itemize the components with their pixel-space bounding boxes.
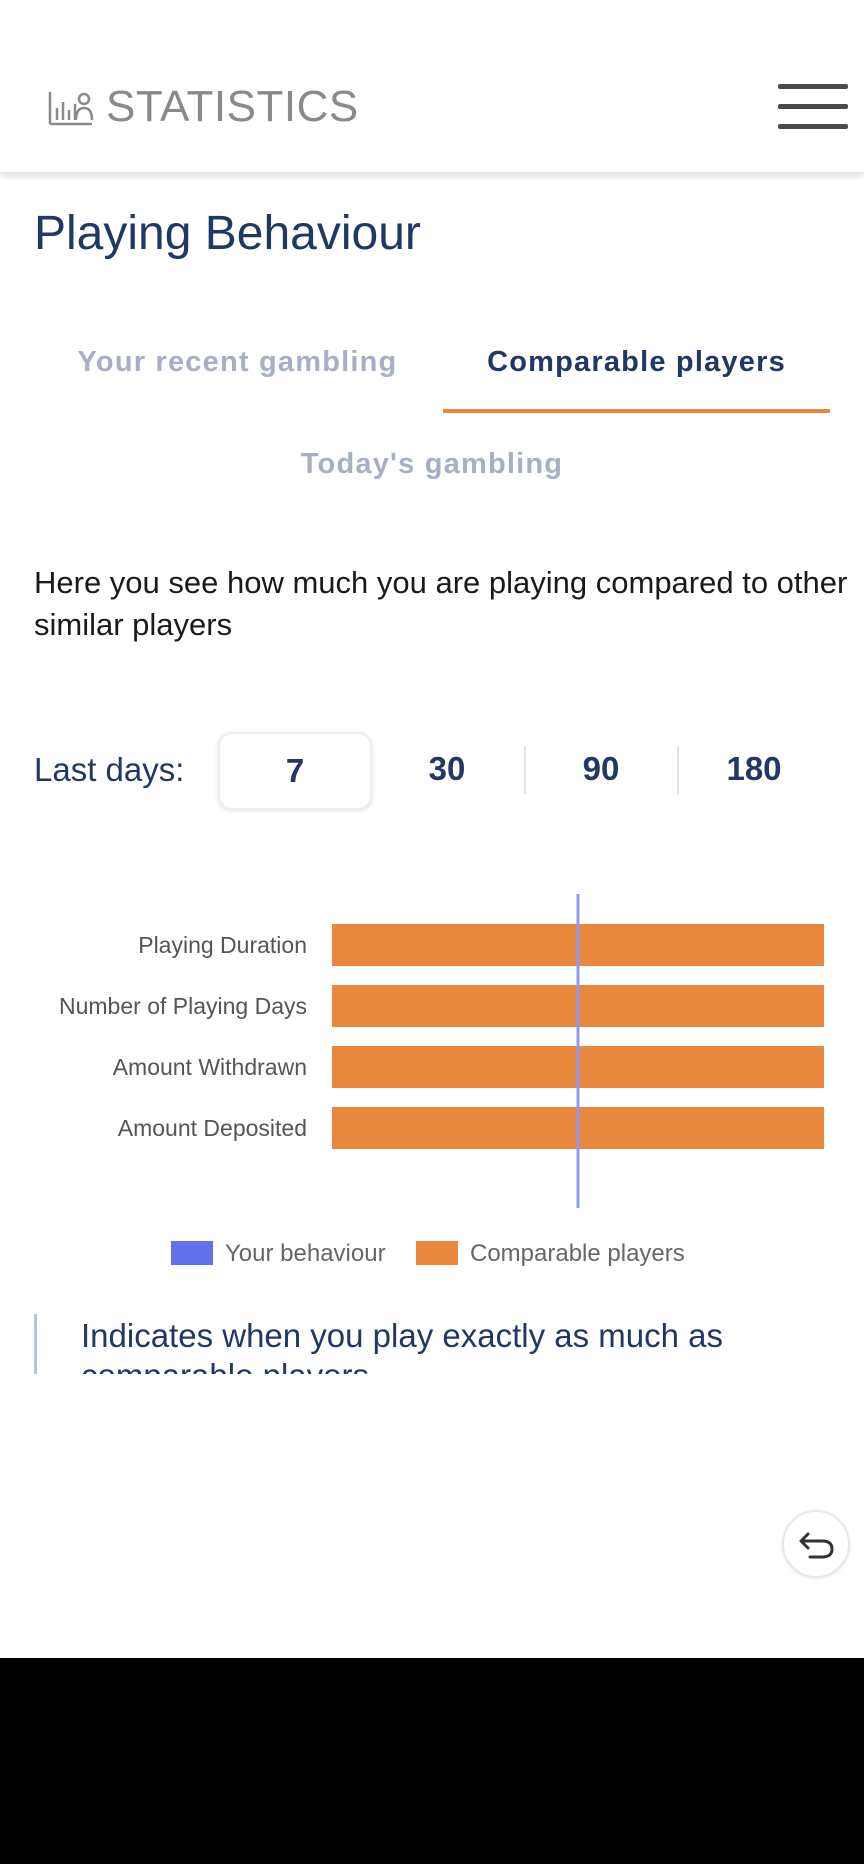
back-button[interactable] bbox=[782, 1510, 850, 1578]
tab-comparable-players[interactable]: Comparable players bbox=[443, 346, 830, 379]
legend-comparable-players-swatch bbox=[416, 1241, 458, 1265]
comparison-chart: Playing Duration Number of Playing Days Am… bbox=[59, 894, 824, 1267]
category-label: Amount Withdrawn bbox=[113, 1054, 307, 1080]
active-tab-indicator bbox=[443, 409, 830, 413]
last-days-label: Last days: bbox=[34, 751, 185, 788]
category-label: Number of Playing Days bbox=[59, 993, 307, 1019]
tab-todays-gambling[interactable]: Today's gambling bbox=[232, 448, 632, 481]
app-header: STATISTICS bbox=[0, 0, 864, 174]
back-arrow-icon bbox=[799, 1532, 834, 1559]
tab-your-recent-gambling[interactable]: Your recent gambling bbox=[40, 346, 435, 379]
days-option-7[interactable]: 7 bbox=[218, 732, 372, 810]
system-navigation-bar bbox=[0, 1658, 864, 1864]
days-option-90[interactable]: 90 bbox=[526, 732, 676, 806]
category-label: Playing Duration bbox=[138, 932, 307, 958]
legend-your-behaviour-swatch bbox=[171, 1241, 213, 1265]
days-option-30[interactable]: 30 bbox=[372, 732, 522, 806]
description-text: Here you see how much you are playing co… bbox=[34, 565, 848, 642]
bar-chart-person-icon bbox=[48, 92, 94, 126]
days-option-180[interactable]: 180 bbox=[679, 732, 829, 806]
app-logo[interactable]: STATISTICS bbox=[48, 82, 359, 132]
reference-line-note: Indicates when you play exactly as much … bbox=[34, 1314, 817, 1374]
category-label: Amount Deposited bbox=[118, 1115, 307, 1141]
page-title: Playing Behaviour bbox=[34, 207, 421, 260]
hamburger-menu-icon[interactable] bbox=[778, 84, 848, 132]
note-text: Indicates when you play exactly as much … bbox=[81, 1317, 724, 1374]
app-title: STATISTICS bbox=[106, 82, 359, 131]
legend-comparable-players: Comparable players bbox=[470, 1240, 685, 1267]
legend-your-behaviour: Your behaviour bbox=[225, 1240, 386, 1267]
